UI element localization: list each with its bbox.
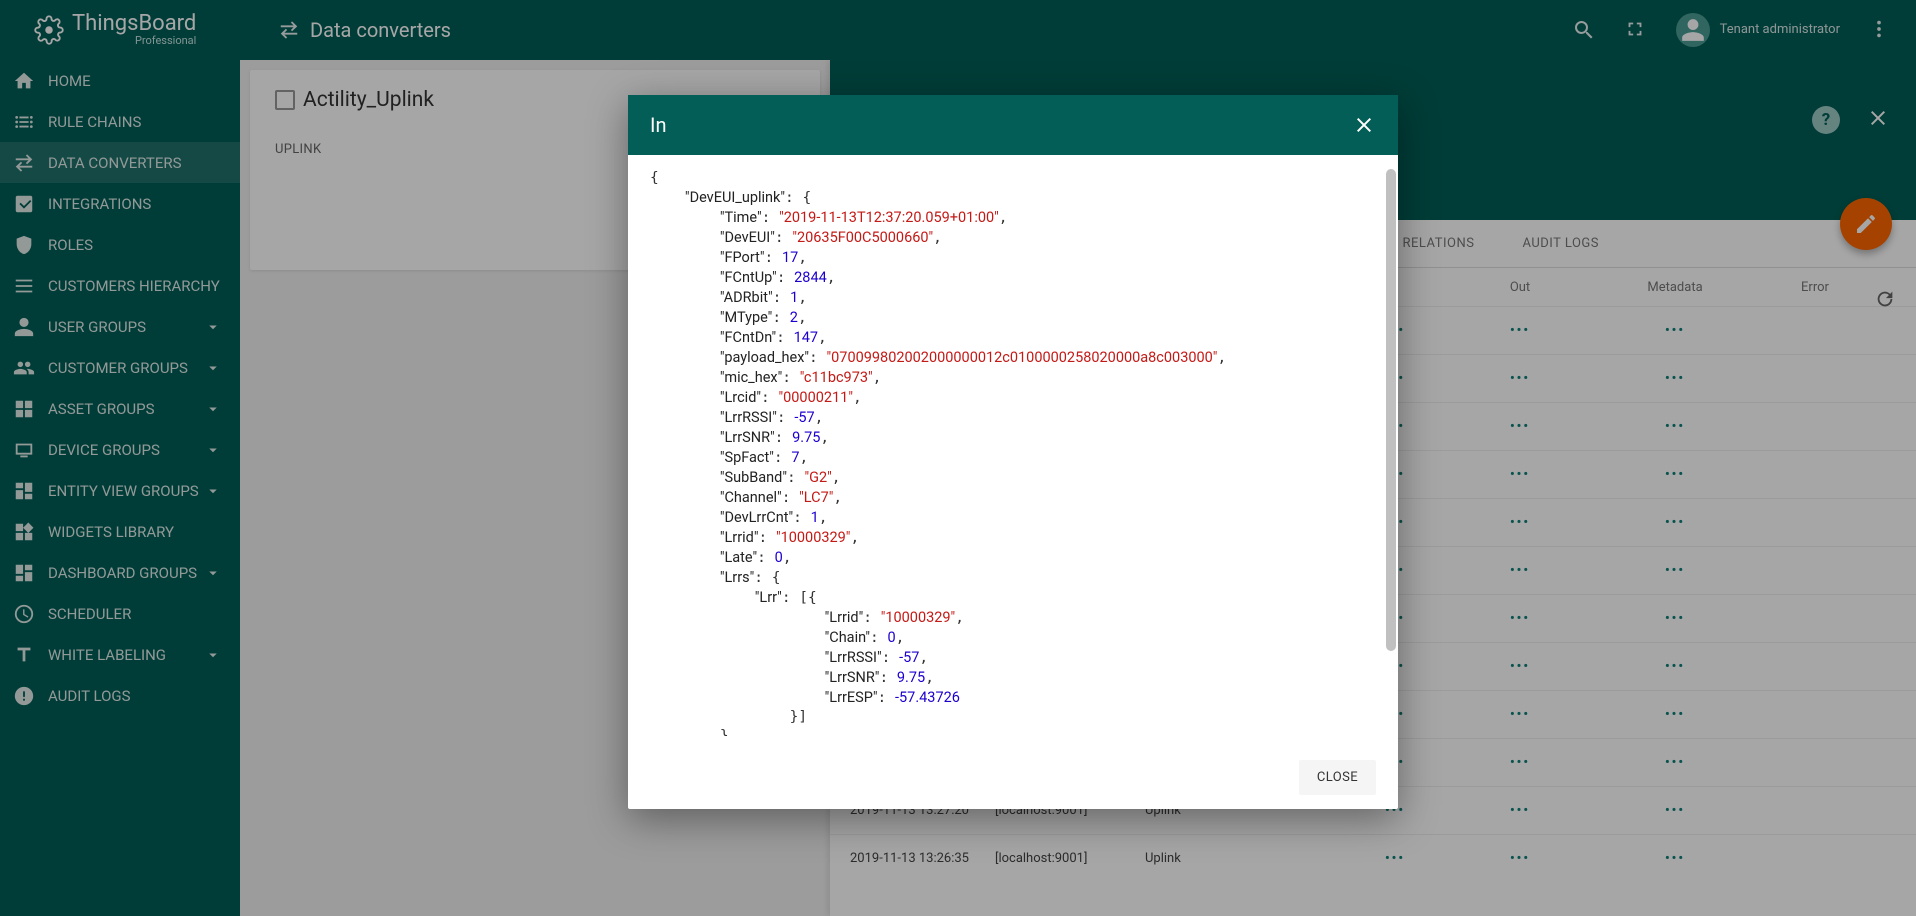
modal-header: In	[628, 95, 1398, 155]
modal-title: In	[650, 113, 666, 137]
close-icon[interactable]	[1352, 113, 1376, 137]
modal-body: { "DevEUI_uplink": { "Time": "2019-11-13…	[628, 155, 1398, 750]
close-button[interactable]: CLOSE	[1299, 760, 1376, 795]
json-content[interactable]: { "DevEUI_uplink": { "Time": "2019-11-13…	[650, 169, 1390, 736]
scrollbar[interactable]	[1386, 169, 1396, 736]
payload-modal: In { "DevEUI_uplink": { "Time": "2019-11…	[628, 95, 1398, 809]
